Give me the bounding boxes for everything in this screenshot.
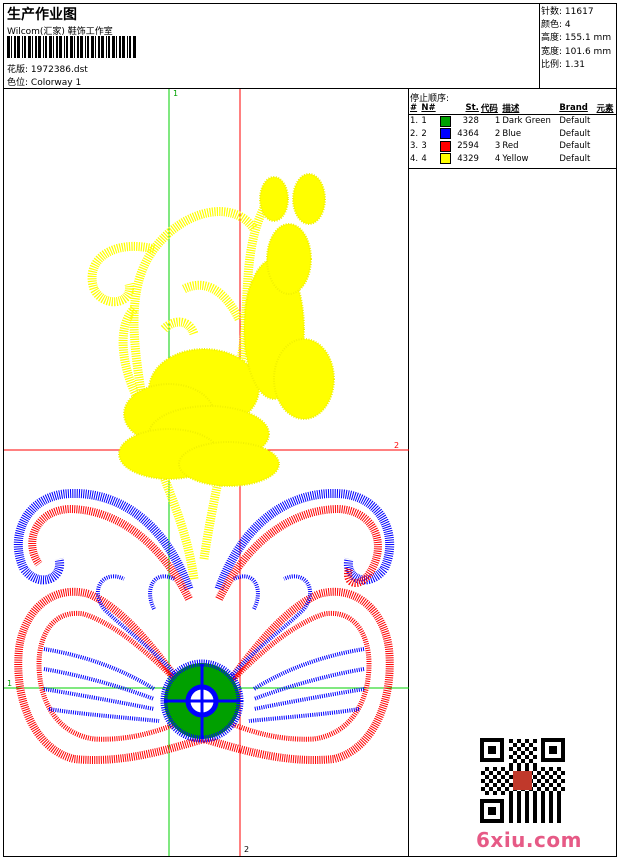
cell-description: Red: [502, 141, 519, 152]
col-swatch: [438, 102, 454, 115]
guide-label-h1: 1: [7, 679, 12, 688]
cell-code: 3: [494, 141, 501, 152]
cell-needle: 4: [421, 153, 427, 164]
stat-scale: 比例: 1.31: [541, 59, 585, 70]
cell-brand: Default: [559, 141, 591, 152]
table-row: 2. 2 4364 2 Blue Default: [409, 128, 617, 141]
table-row: 3. 3 2594 3 Red Default: [409, 140, 617, 153]
cell-element: [596, 115, 617, 128]
pattern-file: 花版: 1972386.dst: [7, 62, 88, 75]
cell-stitches: 4364: [457, 128, 479, 139]
site-watermark: 6xiu.com: [476, 828, 582, 852]
color-swatch: [439, 140, 454, 153]
pattern-value: 1972386.dst: [30, 65, 88, 75]
cell-stitches: 328: [462, 116, 479, 127]
table-row: 4. 4 4329 4 Yellow Default: [409, 153, 617, 166]
cell-brand: Default: [559, 116, 591, 127]
stop-sequence-table: # N# St. 代码 描述 Brand 元素 1. 1 328 1 Dark Gree…: [409, 102, 617, 165]
guide-label-h2: 2: [394, 441, 399, 450]
qr-logo-stamp: [513, 771, 532, 790]
table-header-row: # N# St. 代码 描述 Brand 元素: [409, 102, 617, 115]
pattern-label: 花版:: [7, 65, 29, 75]
colorway-value: Colorway 1: [30, 78, 82, 88]
cell-code: 1: [494, 116, 501, 127]
col-index: #: [409, 102, 421, 115]
colorway: 色位: Colorway 1: [7, 75, 81, 88]
colorway-label: 色位:: [7, 78, 29, 88]
stats-divider: [539, 3, 540, 88]
swatch-box: [439, 140, 451, 152]
table-bottom-line: [408, 168, 617, 169]
table-row: 1. 1 328 1 Dark Green Default: [409, 115, 617, 128]
cell-element: [596, 140, 617, 153]
guide-label-v1: 1: [173, 89, 178, 98]
stat-height: 高度: 155.1 mm: [541, 33, 612, 44]
cell-index: 4.: [410, 153, 419, 164]
cell-needle: 2: [421, 128, 427, 139]
cell-index: 3.: [410, 141, 419, 152]
cell-description: Dark Green: [502, 116, 551, 127]
col-element: 元素: [595, 102, 617, 115]
cell-element: [596, 153, 617, 166]
guide-label-v2: 2: [244, 845, 249, 854]
cell-needle: 3: [421, 141, 427, 152]
cell-element: [596, 128, 617, 141]
stats-block: 针数: 11617 颜色: 4 高度: 155.1 mm 宽度: 101.6 m…: [541, 6, 611, 72]
stat-width: 宽度: 101.6 mm: [541, 46, 612, 57]
barcode: [7, 36, 136, 58]
color-swatch: [439, 153, 454, 166]
swatch-box: [439, 153, 451, 165]
stat-colors: 颜色: 4: [541, 20, 571, 31]
cell-code: 4: [494, 153, 501, 164]
cell-code: 2: [494, 128, 501, 139]
page-title: 生产作业图: [7, 7, 77, 23]
cell-description: Yellow: [502, 153, 529, 164]
cell-needle: 1: [421, 116, 427, 127]
cell-index: 1.: [410, 116, 419, 127]
color-swatch: [439, 128, 454, 141]
cell-brand: Default: [559, 128, 591, 139]
col-stitches: St.: [453, 102, 480, 115]
swatch-box: [439, 128, 451, 140]
cell-stitches: 4329: [457, 153, 479, 164]
cell-index: 2.: [410, 128, 419, 139]
col-description: 描述: [501, 102, 559, 115]
embroidery-preview: 1 2 2 1: [4, 89, 409, 856]
col-code: 代码: [479, 102, 502, 115]
qr-code: [480, 738, 565, 823]
stat-stitches: 针数: 11617: [541, 7, 594, 17]
cell-stitches: 2594: [457, 141, 479, 152]
cell-brand: Default: [559, 153, 591, 164]
col-brand: Brand: [558, 102, 596, 115]
swatch-box: [439, 115, 451, 127]
col-needle: N#: [420, 102, 439, 115]
color-swatch: [439, 115, 454, 128]
cell-description: Blue: [502, 128, 522, 139]
